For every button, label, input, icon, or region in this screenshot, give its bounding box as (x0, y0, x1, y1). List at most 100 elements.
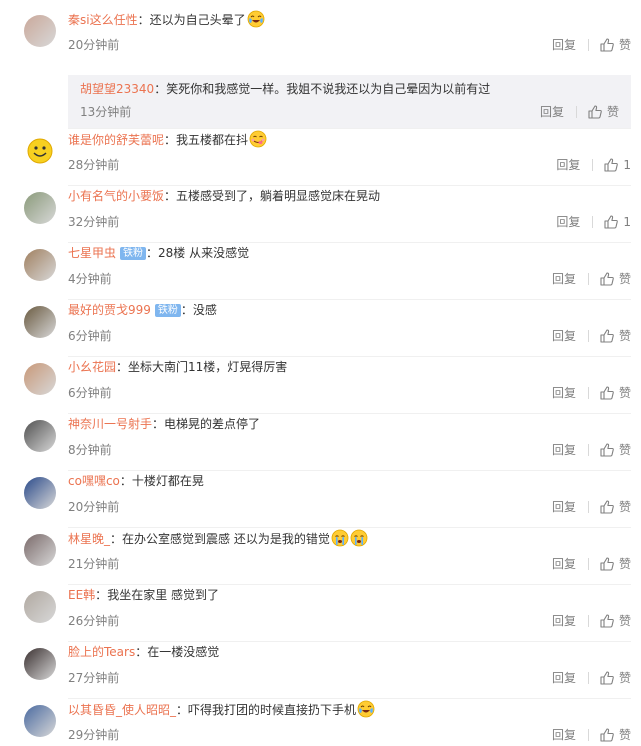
comment-text: 我五楼都在抖 (176, 133, 249, 147)
like-button[interactable]: 赞 (599, 670, 631, 686)
user-avatar[interactable] (24, 591, 56, 623)
reply-button[interactable]: 回复 (552, 613, 576, 629)
action-divider (587, 39, 589, 51)
like-button[interactable]: 赞 (599, 727, 631, 743)
comment-actions: 回复 赞 (552, 670, 631, 686)
action-divider (587, 615, 589, 627)
comment-item: EE韩：我坐在家里 感觉到了 26分钟前 回复 赞 (0, 585, 641, 642)
comment-actions: 回复 赞 (552, 385, 631, 401)
like-button[interactable]: 赞 (599, 271, 631, 287)
reply-button[interactable]: 回复 (552, 271, 576, 287)
comment-text: 在一楼没感觉 (147, 645, 220, 659)
action-divider (587, 672, 589, 684)
comment-time: 6分钟前 (68, 329, 112, 343)
username-link[interactable]: 林星晚_ (68, 532, 110, 546)
action-divider (587, 729, 589, 741)
comment-item: 小幺花园：坐标大南门11楼，灯晃得厉害 6分钟前 回复 赞 (0, 357, 641, 414)
like-button[interactable]: 赞 (599, 37, 631, 53)
reply-button[interactable]: 回复 (552, 442, 576, 458)
colon-separator: ： (110, 532, 123, 546)
username-link[interactable]: 谁是你的舒芙蕾呢 (68, 133, 164, 147)
like-button[interactable]: 赞 (599, 499, 631, 515)
colon-separator: ： (116, 360, 129, 374)
comment-item: 以其昏昏_使人昭昭_：吓得我打团的时候直接扔下手机 29分钟前 回复 赞 (0, 699, 641, 746)
comment-text: 坐标大南门11楼，灯晃得厉害 (128, 360, 288, 374)
thumbs-up-icon (604, 215, 619, 229)
username-link[interactable]: 神奈川一号射手 (68, 417, 152, 431)
comment-actions: 回复 赞 (552, 613, 631, 629)
thumbs-up-icon (588, 105, 602, 119)
comment-item: 神奈川一号射手：电梯晃的差点停了 8分钟前 回复 赞 (0, 414, 641, 471)
like-button[interactable]: 赞 (587, 104, 619, 120)
user-avatar[interactable] (24, 705, 56, 737)
user-avatar[interactable] (24, 420, 56, 452)
reply-button[interactable]: 回复 (552, 727, 576, 743)
comment-actions: 回复 1 (556, 214, 631, 230)
username-link[interactable]: 小幺花园 (68, 360, 116, 374)
reply-button[interactable]: 回复 (540, 104, 564, 120)
comment-actions: 回复 赞 (540, 104, 619, 120)
username-link[interactable]: 以其昏昏_使人昭昭_ (68, 703, 176, 717)
comment-line: 胡望望23340：笑死你和我感觉一样。我姐不说我还以为自己晕因为以前有过 (80, 80, 490, 98)
like-button[interactable]: 赞 (599, 442, 631, 458)
like-button[interactable]: 赞 (599, 556, 631, 572)
like-button[interactable]: 赞 (599, 328, 631, 344)
user-avatar[interactable] (24, 477, 56, 509)
reply-button[interactable]: 回复 (552, 670, 576, 686)
colon-separator: ： (164, 189, 177, 203)
comment-item: 脸上的Tears：在一楼没感觉 27分钟前 回复 赞 (0, 642, 641, 699)
comment-item: co嘿嘿co：十楼灯都在晃 20分钟前 回复 赞 (0, 471, 641, 528)
user-avatar[interactable] (24, 648, 56, 680)
comment-text: 在办公室感觉到震感 还以为是我的错觉 (122, 532, 330, 546)
user-avatar[interactable] (24, 534, 56, 566)
user-avatar[interactable] (24, 363, 56, 395)
thumbs-up-icon (600, 272, 614, 286)
reply-button[interactable]: 回复 (556, 157, 580, 173)
comment-text: 28楼 从来没感觉 (158, 246, 250, 260)
comment-line: 七星甲虫 铁粉 ：28楼 从来没感觉 (68, 244, 249, 262)
username-link[interactable]: EE韩 (68, 588, 95, 602)
like-button[interactable]: 1 (603, 157, 631, 173)
like-button[interactable]: 赞 (599, 385, 631, 401)
user-avatar[interactable] (24, 15, 56, 47)
action-divider (587, 330, 589, 342)
like-button[interactable]: 赞 (599, 613, 631, 629)
reply-button[interactable]: 回复 (552, 385, 576, 401)
comment-line: 谁是你的舒芙蕾呢：我五楼都在抖 (68, 130, 267, 149)
user-avatar[interactable] (24, 192, 56, 224)
like-count: 赞 (618, 500, 631, 514)
action-divider (592, 216, 594, 228)
cry-laugh-emoji-icon (247, 10, 265, 28)
comment-text: 还以为自己头晕了 (149, 13, 246, 27)
thumbs-up-icon (600, 329, 614, 343)
comment-line: 脸上的Tears：在一楼没感觉 (68, 643, 219, 661)
comment-text: 十楼灯都在晃 (131, 474, 204, 488)
username-link[interactable]: 胡望望23340 (80, 82, 154, 96)
username-link[interactable]: 最好的贾戈999 (68, 303, 151, 317)
comment-line: 最好的贾戈999 铁粉 ：没感 (68, 301, 217, 319)
reply-button[interactable]: 回复 (556, 214, 580, 230)
thumbs-up-icon (600, 557, 614, 571)
like-count: 赞 (618, 614, 631, 628)
username-link[interactable]: 小有名气的小要饭 (68, 189, 164, 203)
thumbs-up-icon (600, 500, 614, 514)
reply-button[interactable]: 回复 (552, 328, 576, 344)
user-avatar[interactable] (24, 249, 56, 281)
like-count: 1 (623, 158, 631, 172)
username-link[interactable]: 秦si这么任性 (68, 13, 138, 27)
user-avatar[interactable] (24, 135, 56, 167)
reply-button[interactable]: 回复 (552, 499, 576, 515)
colon-separator: ： (180, 303, 193, 317)
username-link[interactable]: 脸上的Tears (68, 645, 135, 659)
reply-button[interactable]: 回复 (552, 37, 576, 53)
username-link[interactable]: 七星甲虫 (68, 246, 116, 260)
user-avatar[interactable] (24, 306, 56, 338)
comment-time: 20分钟前 (68, 38, 120, 52)
comment-item: 谁是你的舒芙蕾呢：我五楼都在抖 28分钟前 回复 1 (0, 129, 641, 186)
reply-button[interactable]: 回复 (552, 556, 576, 572)
like-count: 赞 (606, 105, 619, 119)
username-link[interactable]: co嘿嘿co (68, 474, 120, 488)
comment-time: 20分钟前 (68, 500, 120, 514)
action-divider (592, 159, 594, 171)
like-button[interactable]: 1 (603, 214, 631, 230)
